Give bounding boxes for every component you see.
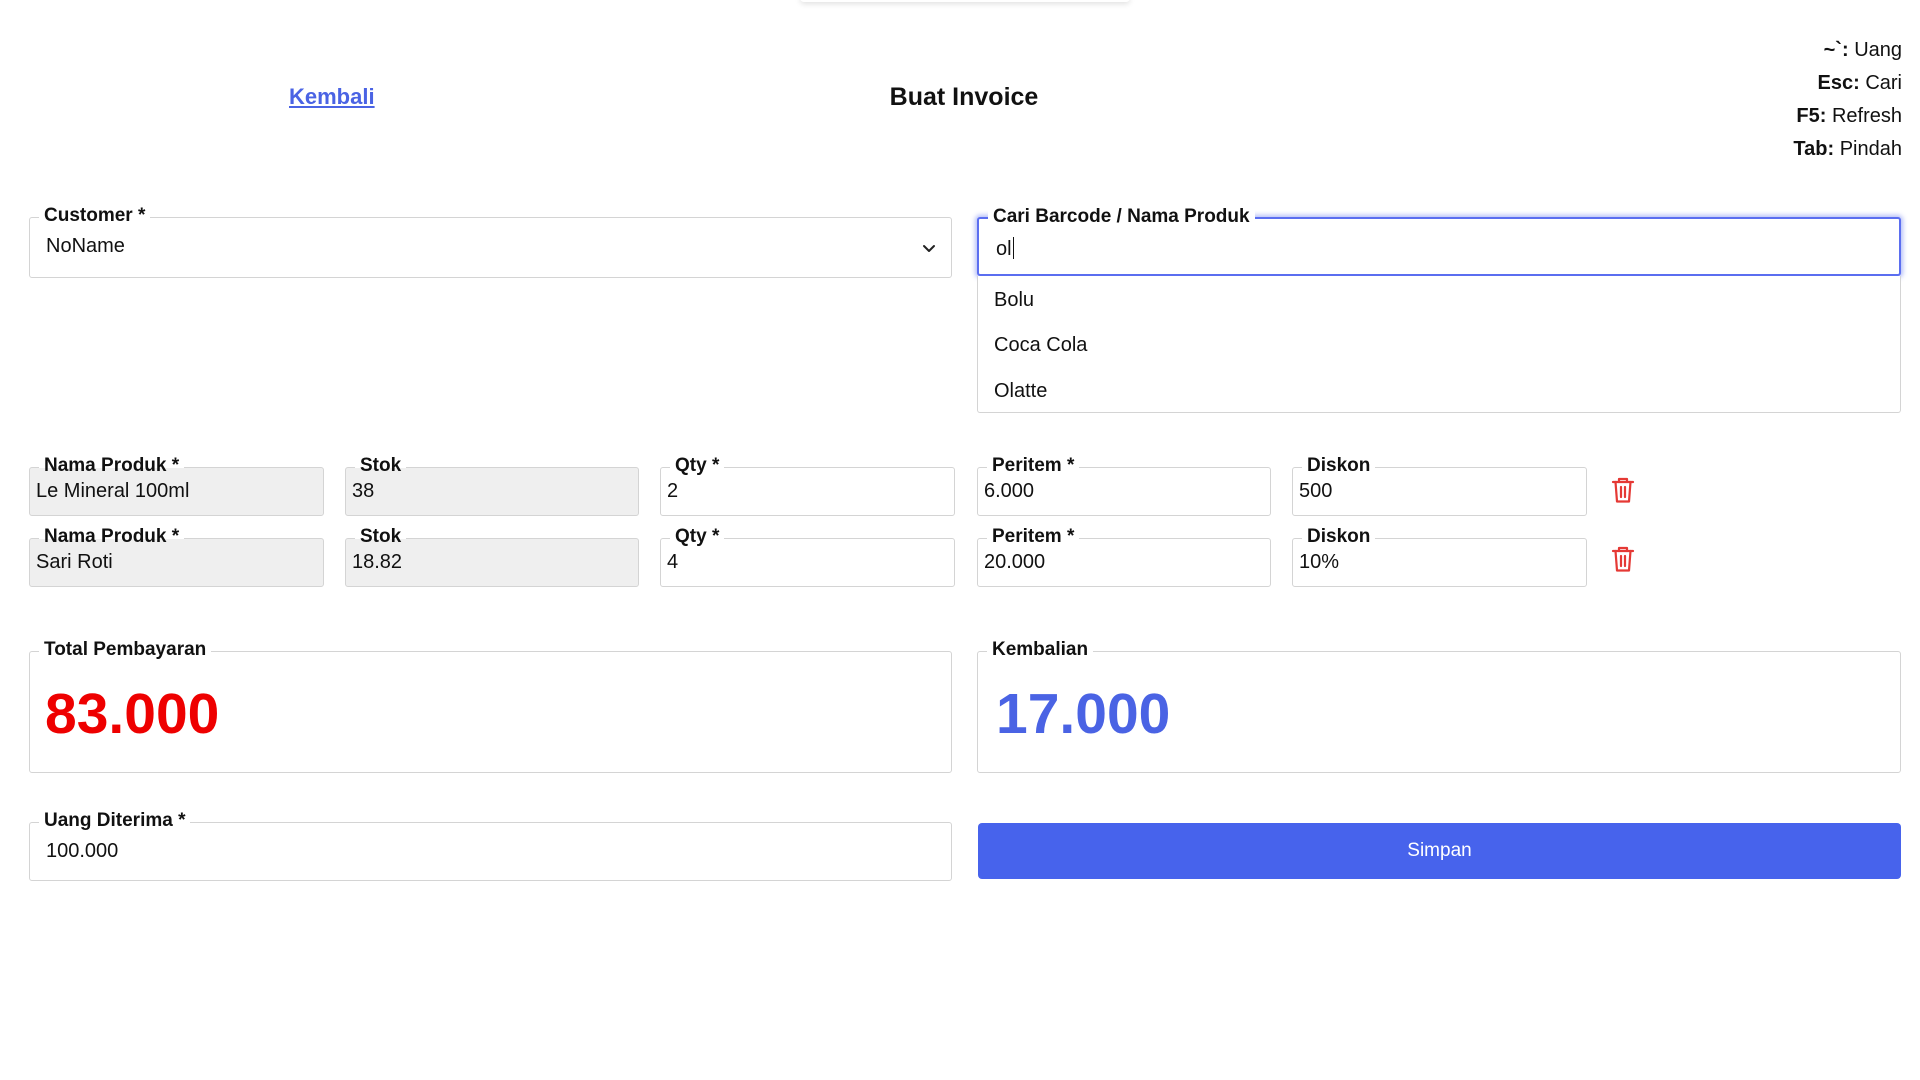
- shortcut-money: ~`: Uang: [1823, 39, 1902, 61]
- item-qty-value: 4: [667, 551, 679, 573]
- item-name-value: Sari Roti: [36, 551, 113, 573]
- item-stock-value: 18.82: [352, 551, 403, 573]
- text-caret: [1012, 237, 1015, 259]
- item-discount-label: Diskon: [1302, 455, 1376, 477]
- item-qty-input[interactable]: Qty * 4: [660, 526, 955, 587]
- item-stock-value: 38: [352, 480, 375, 502]
- total-payment-label: Total Pembayaran: [39, 639, 212, 661]
- item-discount-value: 10%: [1299, 551, 1340, 573]
- item-price-label: Peritem *: [987, 526, 1080, 548]
- product-search-label: Cari Barcode / Nama Produk: [988, 206, 1255, 228]
- item-discount-value: 500: [1299, 480, 1333, 502]
- trash-icon[interactable]: [1611, 545, 1635, 573]
- item-name-field: Nama Produk * Le Mineral 100ml: [29, 455, 324, 516]
- product-search-value: ol: [996, 237, 1015, 261]
- item-name-field: Nama Produk * Sari Roti: [29, 526, 324, 587]
- money-received-value: 100.000: [46, 840, 119, 862]
- item-price-value: 20.000: [984, 551, 1046, 573]
- total-payment-value: 83.000: [45, 682, 220, 746]
- page-title: Buat Invoice: [889, 83, 1039, 111]
- shortcut-switch: Tab: Pindah: [1793, 138, 1902, 160]
- chevron-down-icon: [923, 245, 935, 252]
- shortcut-search: Esc: Cari: [1817, 72, 1902, 94]
- money-received-input[interactable]: Uang Diterima * 100.000: [29, 810, 952, 881]
- change-label: Kembalian: [987, 639, 1094, 661]
- item-qty-label: Qty *: [670, 455, 725, 477]
- item-stock-field: Stok 18.82: [345, 526, 639, 587]
- item-qty-value: 2: [667, 480, 679, 502]
- suggestion-option[interactable]: Coca Cola: [994, 334, 1087, 357]
- suggestion-option[interactable]: Olatte: [994, 380, 1047, 403]
- item-price-label: Peritem *: [987, 455, 1080, 477]
- change-box: Kembalian 17.000: [977, 639, 1901, 773]
- item-name-label: Nama Produk *: [39, 526, 185, 548]
- item-price-value: 6.000: [984, 480, 1035, 502]
- item-stock-label: Stok: [355, 526, 407, 548]
- money-received-label: Uang Diterima *: [39, 810, 191, 832]
- product-suggestions: Bolu Coca Cola Olatte: [977, 276, 1901, 413]
- item-stock-label: Stok: [355, 455, 407, 477]
- item-name-label: Nama Produk *: [39, 455, 185, 477]
- item-price-input[interactable]: Peritem * 20.000: [977, 526, 1271, 587]
- suggestion-option[interactable]: Bolu: [994, 289, 1034, 312]
- product-search-input[interactable]: Cari Barcode / Nama Produk ol: [977, 206, 1901, 276]
- item-name-value: Le Mineral 100ml: [36, 480, 190, 502]
- customer-select[interactable]: Customer * NoName: [29, 205, 952, 278]
- item-qty-label: Qty *: [670, 526, 725, 548]
- item-discount-label: Diskon: [1302, 526, 1376, 548]
- item-price-input[interactable]: Peritem * 6.000: [977, 455, 1271, 516]
- item-qty-input[interactable]: Qty * 2: [660, 455, 955, 516]
- item-stock-field: Stok 38: [345, 455, 639, 516]
- item-discount-input[interactable]: Diskon 500: [1292, 455, 1587, 516]
- customer-value: NoName: [46, 235, 125, 257]
- save-button[interactable]: Simpan: [978, 823, 1901, 879]
- item-discount-input[interactable]: Diskon 10%: [1292, 526, 1587, 587]
- customer-label: Customer *: [39, 205, 151, 227]
- change-value: 17.000: [996, 682, 1171, 746]
- total-payment-box: Total Pembayaran 83.000: [29, 639, 952, 773]
- keyboard-shortcuts: ~`: Uang Esc: Cari F5: Refresh Tab: Pind…: [1793, 34, 1902, 166]
- shortcut-refresh: F5: Refresh: [1796, 105, 1902, 127]
- top-tab-shadow: [800, 0, 1130, 2]
- trash-icon[interactable]: [1611, 476, 1635, 504]
